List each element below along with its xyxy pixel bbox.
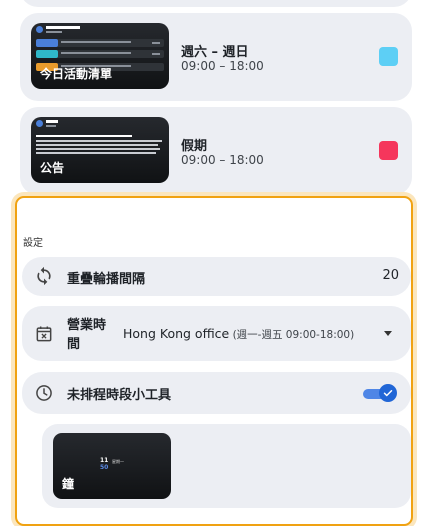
mini-header <box>36 26 80 33</box>
mini-title-bar <box>46 120 58 123</box>
news-line <box>36 144 158 146</box>
mini-subtitle-bar <box>46 125 56 127</box>
news-line <box>36 140 162 142</box>
mini-logo-dot <box>36 120 43 127</box>
mini-row-line <box>61 41 131 43</box>
business-hours-select[interactable]: Hong Kong office (週一-週五 09:00-18:00) <box>123 326 354 342</box>
business-hours-detail: (週一-週五 09:00-18:00) <box>229 329 355 341</box>
unscheduled-widget-row[interactable]: 未排程時段小工具 <box>22 372 411 414</box>
unscheduled-widget-toggle[interactable] <box>363 384 397 402</box>
clock-minute: 50 <box>100 464 109 471</box>
rotation-interval-label: 重疊輪播間隔 <box>67 272 146 287</box>
thumbnail-caption: 今日活動清單 <box>40 67 113 81</box>
card-time: 09:00 – 18:00 <box>181 59 264 73</box>
card-time: 09:00 – 18:00 <box>181 153 264 167</box>
mini-logo-dot <box>36 26 43 33</box>
color-swatch[interactable] <box>379 141 398 160</box>
rotation-interval-row[interactable]: 重疊輪播間隔 20 <box>22 257 411 296</box>
sync-icon <box>37 266 51 286</box>
caret-down-icon[interactable] <box>384 331 392 336</box>
calendar-x-icon <box>36 326 52 342</box>
clock-widget-thumbnail: 11 50 星期一 鐘 <box>53 433 171 499</box>
rotation-interval-value[interactable]: 20 <box>382 268 399 283</box>
mini-row-tag <box>152 42 160 44</box>
mini-row-tag <box>152 53 160 55</box>
schedule-card-holiday[interactable]: 公告 假期 09:00 – 18:00 <box>20 107 412 195</box>
business-hours-selected: Hong Kong office <box>123 326 230 341</box>
thumbnail-caption: 公告 <box>40 161 65 175</box>
unscheduled-widget-label: 未排程時段小工具 <box>67 388 172 403</box>
mini-row-1 <box>36 39 164 47</box>
news-line <box>36 148 160 150</box>
mini-subtitle-bar <box>46 31 62 33</box>
business-hours-row[interactable]: 營業時間 Hong Kong office (週一-週五 09:00-18:00… <box>22 306 411 361</box>
news-line <box>36 152 156 154</box>
clock-widget-card[interactable]: 11 50 星期一 鐘 <box>42 424 411 508</box>
mini-header <box>36 120 58 127</box>
business-hours-label: 營業時間 <box>67 318 107 352</box>
mini-row-color <box>36 50 58 58</box>
news-headline <box>36 135 132 137</box>
clock-hour: 11 <box>100 457 109 464</box>
toggle-knob <box>379 384 397 402</box>
mini-row-color <box>36 39 58 47</box>
mini-title-bar <box>46 26 80 29</box>
thumbnail-caption: 鐘 <box>62 477 75 491</box>
clock-icon <box>36 385 52 401</box>
card-title: 週六 – 週日 <box>181 45 249 60</box>
partial-card-top <box>20 0 412 7</box>
checkmark-icon <box>383 390 393 397</box>
clock-time: 11 50 <box>100 457 108 471</box>
mini-row-line <box>61 52 131 54</box>
settings-section-label: 設定 <box>23 238 43 249</box>
schedule-card-weekend[interactable]: 今日活動清單 週六 – 週日 09:00 – 18:00 <box>20 13 412 101</box>
clock-weekday: 星期一 <box>112 459 124 464</box>
preview-thumbnail-announcement: 公告 <box>31 117 169 183</box>
mini-row-2 <box>36 50 164 58</box>
color-swatch[interactable] <box>379 47 398 66</box>
preview-thumbnail-activity-list: 今日活動清單 <box>31 23 169 89</box>
card-title: 假期 <box>181 139 208 154</box>
